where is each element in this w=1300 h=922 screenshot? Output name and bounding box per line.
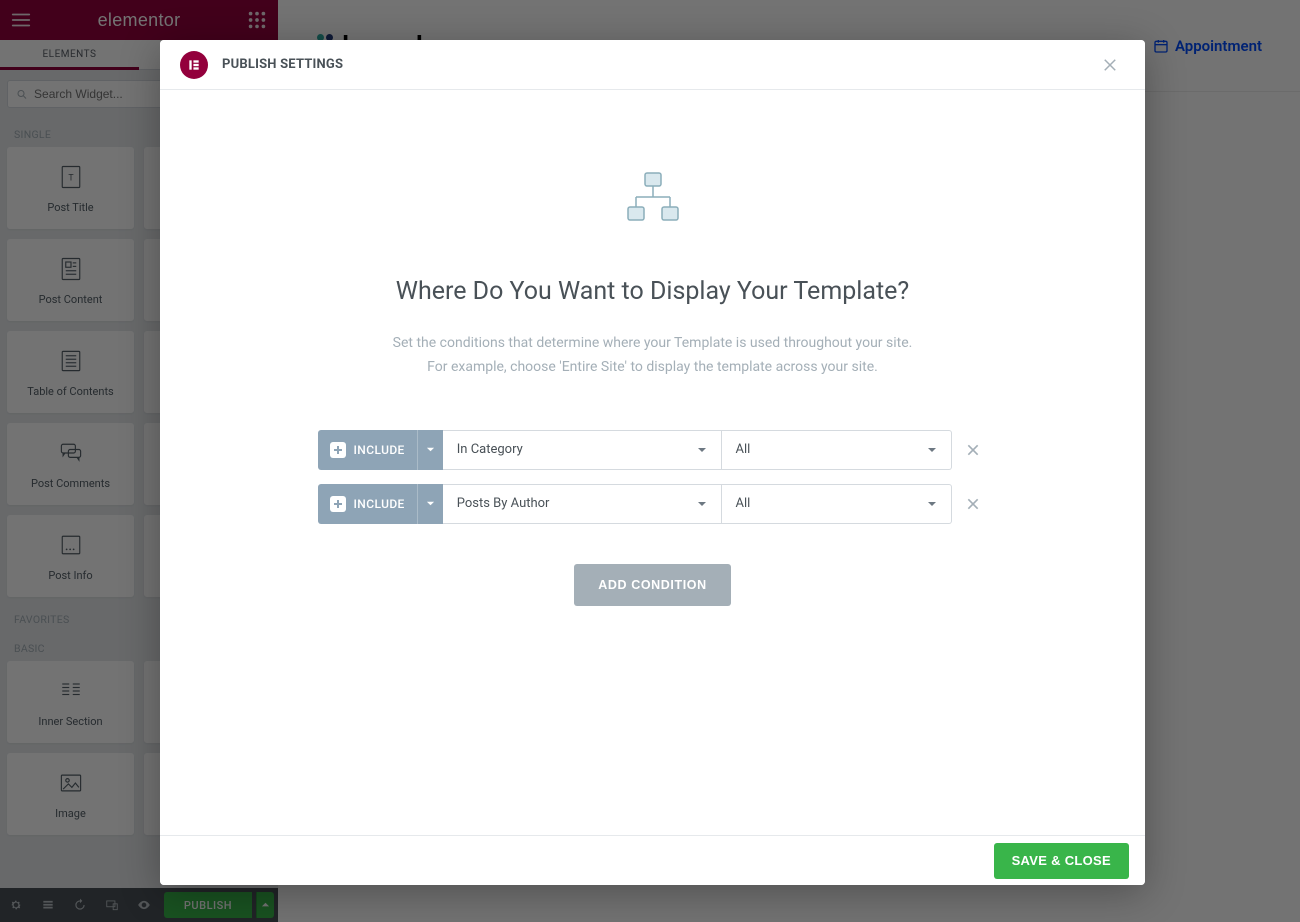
modal-header: PUBLISH SETTINGS: [160, 40, 1145, 90]
sitemap-icon: [625, 171, 681, 227]
caret-down-icon: [426, 499, 435, 508]
condition-value: All: [736, 442, 751, 457]
elementor-badge-icon: [180, 51, 208, 79]
condition-row: INCLUDE In Category All: [318, 430, 988, 470]
plus-icon: [330, 496, 346, 512]
caret-down-icon: [927, 499, 937, 509]
condition-scope-value: Posts By Author: [457, 496, 550, 511]
condition-row: INCLUDE Posts By Author All: [318, 484, 988, 524]
modal-sub2: For example, choose 'Entire Site' to dis…: [427, 359, 878, 375]
caret-down-icon: [697, 445, 707, 455]
add-condition-button[interactable]: ADD CONDITION: [574, 564, 731, 606]
condition-value-select[interactable]: All: [722, 430, 952, 470]
publish-settings-modal: PUBLISH SETTINGS Where Do You Want to Di…: [160, 40, 1145, 885]
condition-value-select[interactable]: All: [722, 484, 952, 524]
include-caret[interactable]: [417, 484, 443, 524]
conditions-list: INCLUDE In Category All: [318, 430, 988, 524]
plus-icon: [330, 442, 346, 458]
remove-condition-button[interactable]: [958, 430, 988, 470]
condition-scope-select[interactable]: Posts By Author: [443, 484, 722, 524]
modal-headline: Where Do You Want to Display Your Templa…: [396, 277, 909, 306]
close-icon: [965, 442, 981, 458]
condition-scope-value: In Category: [457, 442, 523, 457]
close-icon: [965, 496, 981, 512]
modal-title: PUBLISH SETTINGS: [222, 57, 343, 72]
include-caret[interactable]: [417, 430, 443, 470]
include-label: INCLUDE: [354, 497, 405, 511]
include-toggle[interactable]: INCLUDE: [318, 484, 443, 524]
modal-footer: SAVE & CLOSE: [160, 835, 1145, 885]
remove-condition-button[interactable]: [958, 484, 988, 524]
caret-down-icon: [697, 499, 707, 509]
include-label: INCLUDE: [354, 443, 405, 457]
modal-close-button[interactable]: [1095, 50, 1125, 80]
caret-down-icon: [426, 445, 435, 454]
modal-subhead: Set the conditions that determine where …: [393, 332, 913, 380]
condition-value: All: [736, 496, 751, 511]
include-toggle[interactable]: INCLUDE: [318, 430, 443, 470]
condition-scope-select[interactable]: In Category: [443, 430, 722, 470]
save-and-close-button[interactable]: SAVE & CLOSE: [994, 843, 1129, 879]
modal-body: Where Do You Want to Display Your Templa…: [160, 90, 1145, 835]
caret-down-icon: [927, 445, 937, 455]
close-icon: [1101, 56, 1119, 74]
modal-sub1: Set the conditions that determine where …: [393, 335, 913, 351]
